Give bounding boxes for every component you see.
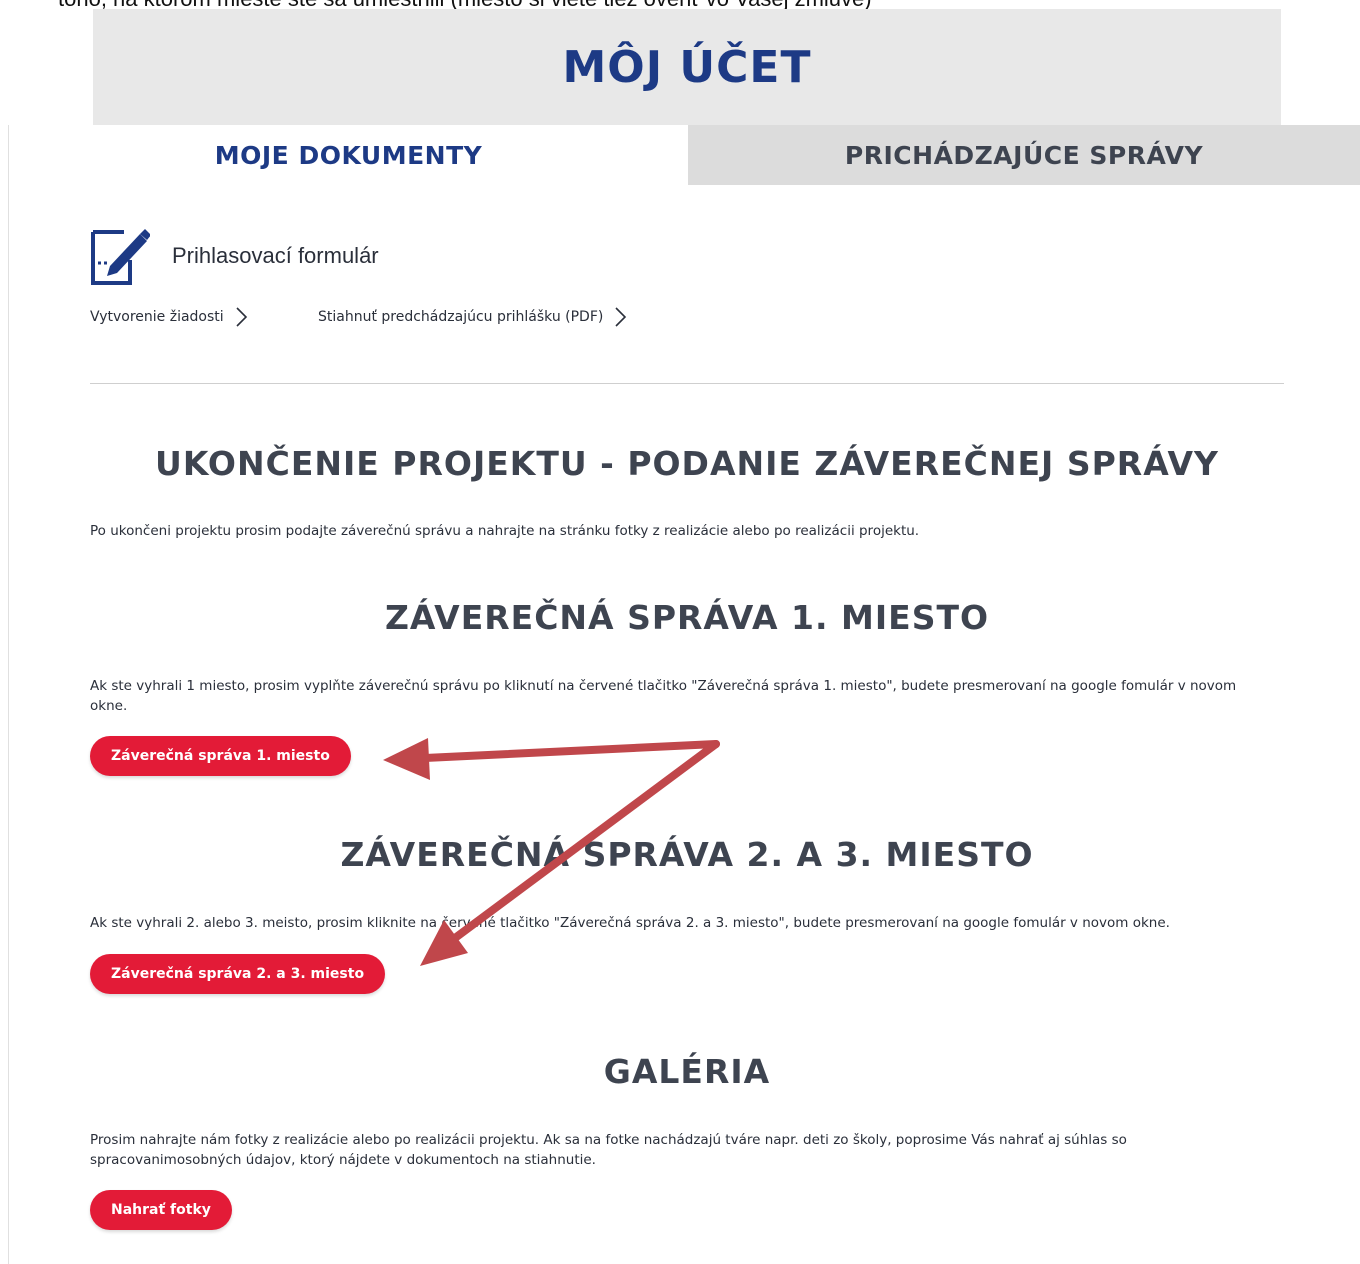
gallery-heading: GALÉRIA [603, 1052, 771, 1091]
section-divider [90, 383, 1284, 384]
first-place-text: Ak ste vyhrali 1 miesto, prosim vyplňte … [90, 678, 1237, 714]
first-place-heading: ZÁVEREČNÁ SPRÁVA 1. MIESTO [384, 598, 990, 637]
first-place-report-button[interactable]: Záverečná správa 1. miesto [90, 736, 351, 776]
project-end-text: Po ukončeni projektu prosim podajte záve… [90, 523, 920, 539]
project-end-heading: UKONČENIE PROJEKTU - PODANIE ZÁVEREČNEJ … [155, 444, 1219, 483]
gallery-text: Prosim nahrajte nám fotky z realizácie a… [90, 1132, 1127, 1168]
registration-form-label: Prihlasovací formulár [172, 243, 379, 268]
registration-form-row[interactable]: Prihlasovací formulár [90, 226, 379, 286]
tab-incoming-messages[interactable]: PRICHÁDZAJÚCE SPRÁVY [688, 125, 1360, 185]
account-title: MÔJ ÚČET [562, 41, 812, 93]
upload-photos-button[interactable]: Nahrať fotky [90, 1190, 232, 1230]
create-application-label: Vytvorenie žiadosti [90, 309, 224, 325]
second-third-place-text: Ak ste vyhrali 2. alebo 3. meisto, prosi… [90, 915, 1170, 931]
download-previous-application-link[interactable]: Stiahnuť predchádzajúcu prihlášku (PDF) [318, 306, 627, 328]
second-third-place-report-button[interactable]: Záverečná správa 2. a 3. miesto [90, 954, 386, 994]
account-header: MÔJ ÚČET [93, 9, 1281, 125]
content-left-border [8, 125, 9, 1264]
create-application-link[interactable]: Vytvorenie žiadosti [90, 306, 248, 328]
edit-document-icon [91, 229, 150, 285]
tab-my-documents[interactable]: MOJE DOKUMENTY [9, 125, 688, 185]
chevron-right-icon [615, 307, 627, 327]
chevron-right-icon [236, 307, 247, 327]
second-third-place-heading: ZÁVEREČNÁ SPRÁVA 2. A 3. MIESTO [340, 835, 1034, 874]
download-previous-application-label: Stiahnuť predchádzajúcu prihlášku (PDF) [318, 309, 604, 325]
